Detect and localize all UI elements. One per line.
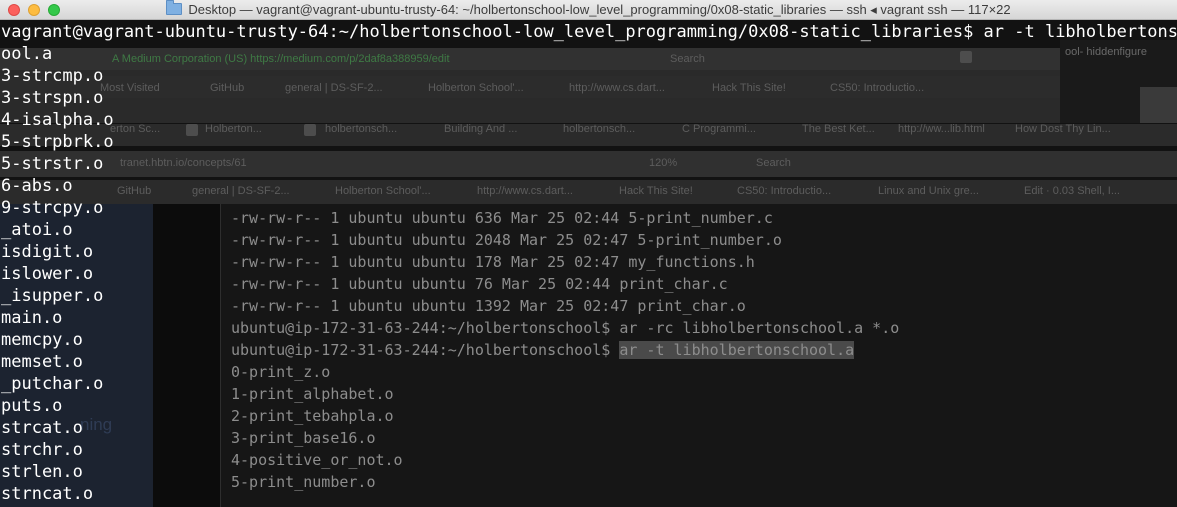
ghost-code-line-4: -rw-rw-r-- 1 ubuntu ubuntu 1392 Mar 25 0…: [231, 297, 746, 315]
terminal-line: _putchar.o: [1, 374, 104, 394]
terminal-line: memcpy.o: [1, 330, 83, 350]
terminal-line: 3-strcmp.o: [1, 66, 104, 86]
ghost-code-line-0: -rw-rw-r-- 1 ubuntu ubuntu 636 Mar 25 02…: [231, 209, 773, 227]
terminal-line: isdigit.o: [1, 242, 94, 262]
terminal-prompt-line: vagrant@vagrant-ubuntu-trusty-64:~/holbe…: [1, 22, 1177, 42]
ghost-bm1-1: GitHub: [210, 82, 245, 94]
terminal-line: 9-strcpy.o: [1, 198, 104, 218]
ghost-search-1: Search: [670, 53, 705, 65]
window-title-text: Desktop — vagrant@vagrant-ubuntu-trusty-…: [188, 2, 1011, 17]
ghost-tab-2: holbertonsch...: [325, 123, 398, 135]
ghost-bm1-3: Holberton School'...: [428, 82, 524, 94]
ghost-tab-6: The Best Ket...: [802, 123, 875, 135]
ghost-code-line-1: -rw-rw-r-- 1 ubuntu ubuntu 2048 Mar 25 0…: [231, 231, 782, 249]
ghost-tab-8: How Dost Thy Lin...: [1015, 123, 1111, 135]
terminal-line: _isupper.o: [1, 286, 104, 306]
ghost-code-prompt: ubuntu@ip-172-31-63-244:~/holbertonschoo…: [231, 341, 620, 359]
ghost-bm2-6: Linux and Unix gre...: [878, 185, 979, 197]
ghost-tab-icon: [186, 124, 198, 136]
ghost-bm1-5: Hack This Site!: [712, 82, 786, 94]
ghost-bm2-7: Edit · 0.03 Shell, I...: [1024, 185, 1120, 197]
ghost-code-cmd: ar -t libholbertonschool.a: [619, 341, 855, 359]
terminal-line: strcat.o: [1, 418, 83, 438]
ghost-github-icon: [304, 124, 316, 136]
ghost-code-line-3: -rw-rw-r-- 1 ubuntu ubuntu 76 Mar 25 02:…: [231, 275, 728, 293]
ghost-code-cmd-line: ubuntu@ip-172-31-63-244:~/holbertonschoo…: [231, 341, 855, 359]
ghost-bm2-5: CS50: Introductio...: [737, 185, 832, 197]
ghost-code-out-4: 4-positive_or_not.o: [231, 451, 403, 469]
ghost-bm2-3: http://www.cs.dart...: [477, 185, 573, 197]
ghost-url-2: tranet.hbtn.io/concepts/61: [120, 157, 247, 169]
ghost-bm2-2: Holberton School'...: [335, 185, 431, 197]
ghost-tab-0: erton Sc...: [110, 123, 161, 135]
ghost-code-out-1: 1-print_alphabet.o: [231, 385, 394, 403]
terminal-line: strlen.o: [1, 462, 83, 482]
ghost-bm1-6: CS50: Introductio...: [830, 82, 925, 94]
terminal-line: 3-strspn.o: [1, 88, 104, 108]
ghost-tab-4: holbertonsch...: [563, 123, 636, 135]
window-title: Desktop — vagrant@vagrant-ubuntu-trusty-…: [0, 0, 1177, 20]
terminal-line: 5-strpbrk.o: [1, 132, 114, 152]
ghost-left-text: ning: [80, 415, 113, 434]
ghost-tab-5: C Programmi...: [682, 123, 756, 135]
ghost-code-out-5: 5-print_number.o: [231, 473, 376, 491]
ghost-toolbar-icon: [960, 51, 972, 63]
window-titlebar[interactable]: Desktop — vagrant@vagrant-ubuntu-trusty-…: [0, 0, 1177, 20]
ghost-code-out-0: 0-print_z.o: [231, 363, 331, 381]
terminal-line: puts.o: [1, 396, 63, 416]
ghost-tab-3: Building And ...: [444, 123, 518, 135]
terminal-line: strchr.o: [1, 440, 83, 460]
ghost-tab-7: http://ww...lib.html: [898, 123, 985, 135]
ghost-tab-1: Holberton...: [205, 123, 262, 135]
terminal-line: islower.o: [1, 264, 94, 284]
terminal-line: 5-strstr.o: [1, 154, 104, 174]
ghost-code-line-5: ubuntu@ip-172-31-63-244:~/holbertonschoo…: [231, 319, 900, 337]
ghost-zoom: 120%: [649, 157, 678, 169]
ghost-bm2-4: Hack This Site!: [619, 185, 693, 197]
ghost-right-text: ool- hiddenfigure: [1065, 46, 1147, 58]
terminal-line: ool.a: [1, 44, 53, 64]
folder-icon: [166, 0, 183, 15]
background-screenshot: A Medium Corporation (US) https://medium…: [0, 20, 1177, 507]
ghost-search-2: Search: [756, 157, 791, 169]
ghost-bookmarks-bar-2: [0, 180, 1177, 204]
ghost-url-1: A Medium Corporation (US) https://medium…: [112, 53, 450, 65]
ghost-code-out-3: 3-print_base16.o: [231, 429, 376, 447]
terminal-line: main.o: [1, 308, 63, 328]
ghost-bm1-2: general | DS-SF-2...: [285, 82, 383, 94]
ghost-bm1-0: Most Visited: [100, 82, 160, 94]
ghost-bm2-1: general | DS-SF-2...: [192, 185, 290, 197]
ghost-code-line-2: -rw-rw-r-- 1 ubuntu ubuntu 178 Mar 25 02…: [231, 253, 755, 271]
ghost-bm2-0: GitHub: [117, 185, 152, 197]
terminal-line: memset.o: [1, 352, 83, 372]
ghost-right-thumb: [1140, 87, 1177, 123]
terminal-line: _atoi.o: [1, 220, 73, 240]
terminal-line: 4-isalpha.o: [1, 110, 114, 130]
terminal-line: 6-abs.o: [1, 176, 73, 196]
terminal-line: strncat.o: [1, 484, 94, 504]
ghost-bm1-4: http://www.cs.dart...: [569, 82, 665, 94]
ghost-code-out-2: 2-print_tebahpla.o: [231, 407, 394, 425]
